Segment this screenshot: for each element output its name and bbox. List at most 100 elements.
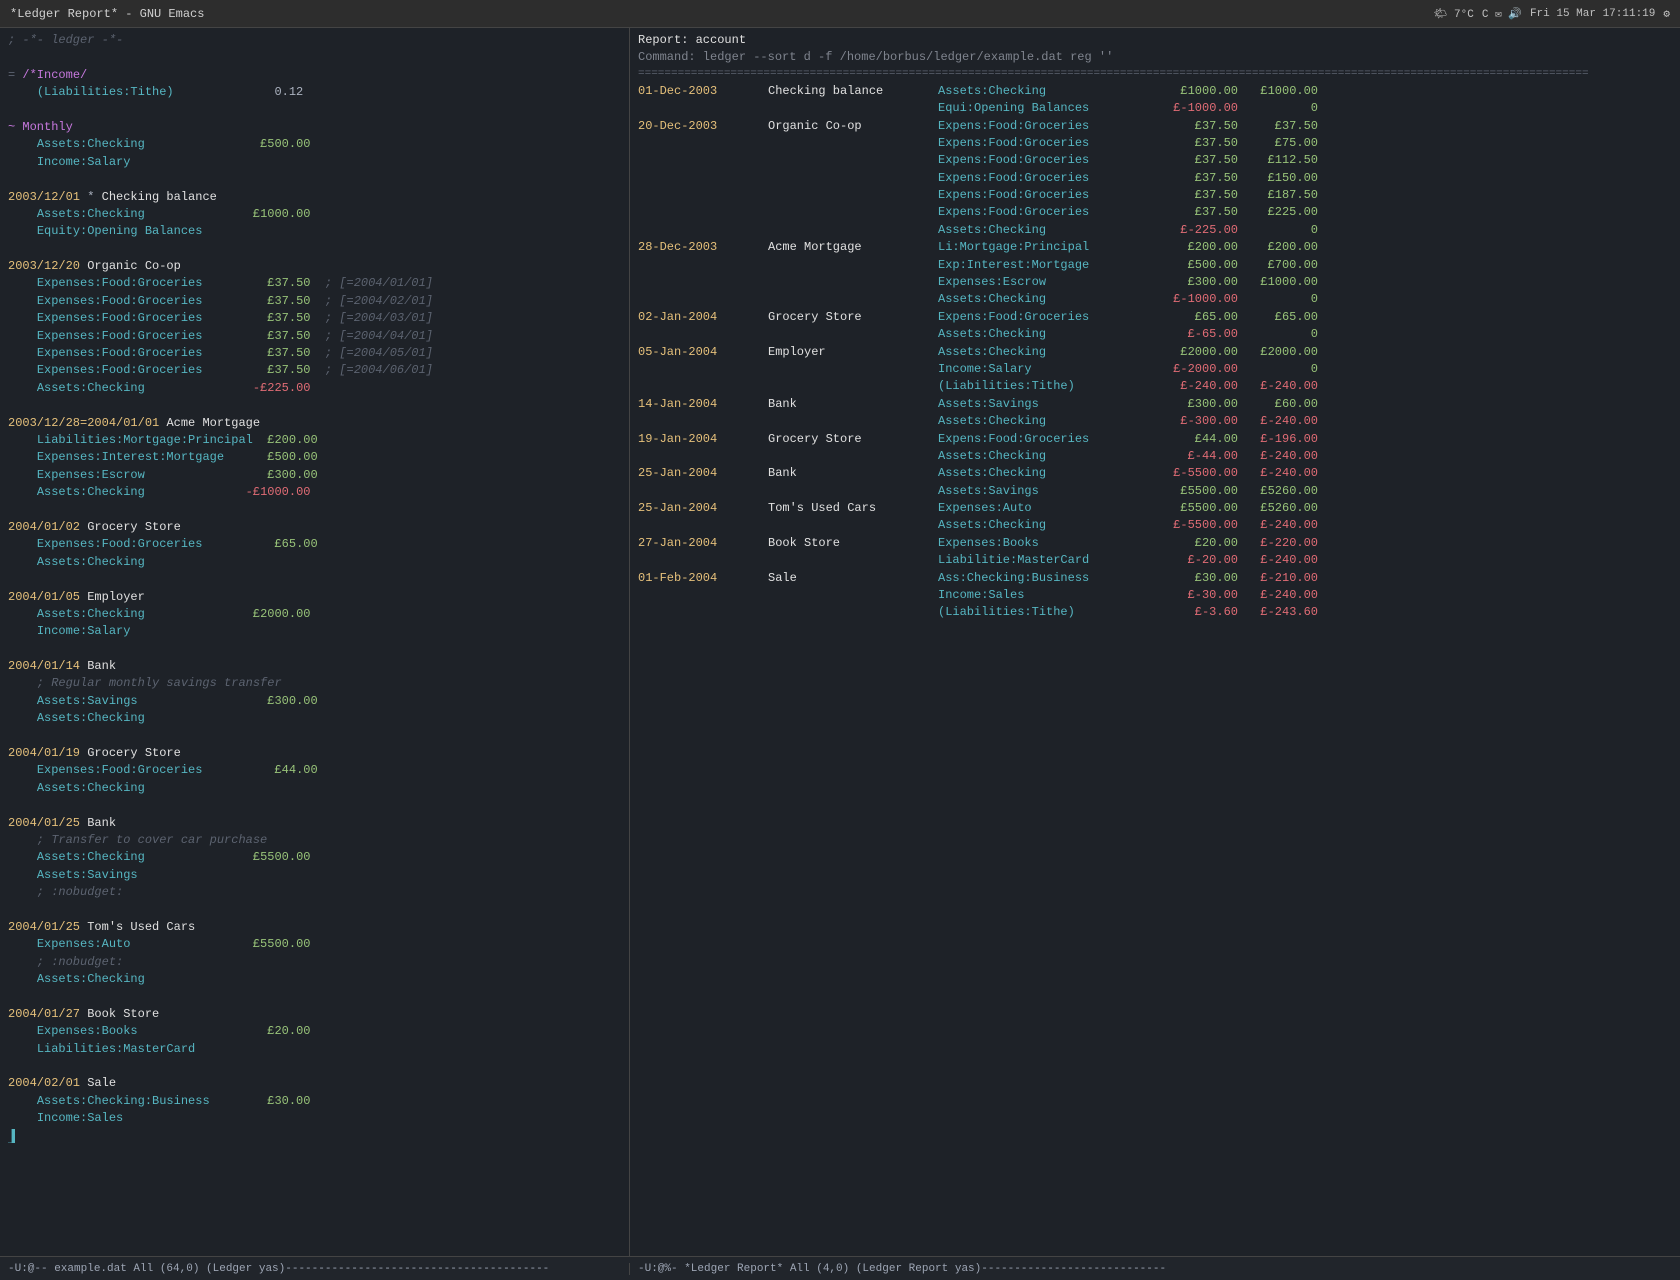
titlebar-title: *Ledger Report* - GNU Emacs xyxy=(10,7,204,21)
blank12 xyxy=(8,988,621,1005)
tx-20040125bank-head: 2004/01/25 Bank xyxy=(8,815,621,832)
blank11 xyxy=(8,902,621,919)
tx-row-2: Equi:Opening Balances £-1000.00 0 xyxy=(638,100,1672,117)
blank10 xyxy=(8,797,621,814)
tx-20031228-head: 2003/12/28=2004/01/01 Acme Mortgage xyxy=(8,415,621,432)
tx-row-6: Expens:Food:Groceries £37.50 £150.00 xyxy=(638,170,1672,187)
tx-20040201-a1: Assets:Checking:Business £30.00 xyxy=(8,1093,621,1110)
tx-20040114-head: 2004/01/14 Bank xyxy=(8,658,621,675)
tx-20040127-a2: Liabilities:MasterCard xyxy=(8,1041,621,1058)
tx-row-28: Liabilitie:MasterCard £-20.00 £-240.00 xyxy=(638,552,1672,569)
tx-20031228-a3: Expenses:Escrow £300.00 xyxy=(8,467,621,484)
clock-display: Fri 15 Mar 17:11:19 xyxy=(1530,8,1655,20)
blank xyxy=(8,49,621,66)
tx-20031220-a7: Assets:Checking -£225.00 xyxy=(8,380,621,397)
report-separator: ========================================… xyxy=(638,67,1672,83)
tx-20040125cars-a2: Assets:Checking xyxy=(8,971,621,988)
tx-20031228-a1: Liabilities:Mortgage:Principal £200.00 xyxy=(8,432,621,449)
tx-20031228-a4: Assets:Checking -£1000.00 xyxy=(8,484,621,501)
tx-20031220-head: 2003/12/20 Organic Co-op xyxy=(8,258,621,275)
tx-row-19: 14-Jan-2004 Bank Assets:Savings £300.00 … xyxy=(638,396,1672,413)
ledger-header-comment: ; -*- ledger -*- xyxy=(8,32,621,49)
titlebar-right: 🌤 7°C C ✉ 🔊 Fri 15 Mar 17:11:19 ⚙ xyxy=(1433,7,1670,21)
tx-20040119-a2: Assets:Checking xyxy=(8,780,621,797)
statusbar: -U:@-- example.dat All (64,0) (Ledger ya… xyxy=(0,1256,1680,1280)
tx-20031220-a6: Expenses:Food:Groceries £37.50 ; [=2004/… xyxy=(8,362,621,379)
monthly-checking: Assets:Checking £500.00 xyxy=(8,136,621,153)
tx-row-17: Income:Salary £-2000.00 0 xyxy=(638,361,1672,378)
tx-20031220-a1: Expenses:Food:Groceries £37.50 ; [=2004/… xyxy=(8,275,621,292)
blank3 xyxy=(8,171,621,188)
tx-20040127-head: 2004/01/27 Book Store xyxy=(8,1006,621,1023)
tx-row-16: 05-Jan-2004 Employer Assets:Checking £20… xyxy=(638,344,1672,361)
blank7 xyxy=(8,571,621,588)
income-rule: = /*Income/ xyxy=(8,67,621,84)
tx-20040125cars-a1: Expenses:Auto £5500.00 xyxy=(8,936,621,953)
tx-row-26: Assets:Checking £-5500.00 £-240.00 xyxy=(638,517,1672,534)
tx-row-20: Assets:Checking £-300.00 £-240.00 xyxy=(638,413,1672,430)
tx-20040114-comment: ; Regular monthly savings transfer xyxy=(8,675,621,692)
tx-row-15: Assets:Checking £-65.00 0 xyxy=(638,326,1672,343)
tx-row-30: Income:Sales £-30.00 £-240.00 xyxy=(638,587,1672,604)
tx-20031220-a4: Expenses:Food:Groceries £37.50 ; [=2004/… xyxy=(8,328,621,345)
tx-20031220-a3: Expenses:Food:Groceries £37.50 ; [=2004/… xyxy=(8,310,621,327)
left-pane[interactable]: ; -*- ledger -*- = /*Income/ (Liabilitie… xyxy=(0,28,630,1256)
tx-row-10: 28-Dec-2003 Acme Mortgage Li:Mortgage:Pr… xyxy=(638,239,1672,256)
tx-row-24: Assets:Savings £5500.00 £5260.00 xyxy=(638,483,1672,500)
tx-20031220-a2: Expenses:Food:Groceries £37.50 ; [=2004/… xyxy=(8,293,621,310)
tx-20031228-a2: Expenses:Interest:Mortgage £500.00 xyxy=(8,449,621,466)
report-label: Report: account xyxy=(638,32,1672,49)
blank4 xyxy=(8,241,621,258)
blank6 xyxy=(8,502,621,519)
blank13 xyxy=(8,1058,621,1075)
tx-row-12: Expenses:Escrow £300.00 £1000.00 xyxy=(638,274,1672,291)
main-area: ; -*- ledger -*- = /*Income/ (Liabilitie… xyxy=(0,28,1680,1256)
tx-20040119-a1: Expenses:Food:Groceries £44.00 xyxy=(8,762,621,779)
tx-row-27: 27-Jan-2004 Book Store Expenses:Books £2… xyxy=(638,535,1672,552)
tx-row-22: Assets:Checking £-44.00 £-240.00 xyxy=(638,448,1672,465)
tx-20040125bank-comment: ; Transfer to cover car purchase xyxy=(8,832,621,849)
tx-row-9: Assets:Checking £-225.00 0 xyxy=(638,222,1672,239)
tx-20031220-a5: Expenses:Food:Groceries £37.50 ; [=2004/… xyxy=(8,345,621,362)
tx-row-25: 25-Jan-2004 Tom's Used Cars Expenses:Aut… xyxy=(638,500,1672,517)
monthly-salary: Income:Salary xyxy=(8,154,621,171)
tx-20040119-head: 2004/01/19 Grocery Store xyxy=(8,745,621,762)
blank9 xyxy=(8,728,621,745)
tx-20040201-a2: Income:Sales xyxy=(8,1110,621,1127)
report-command: Command: ledger --sort d -f /home/borbus… xyxy=(638,49,1672,66)
blank8 xyxy=(8,641,621,658)
tx-row-5: Expens:Food:Groceries £37.50 £112.50 xyxy=(638,152,1672,169)
tx-row-18: (Liabilities:Tithe) £-240.00 £-240.00 xyxy=(638,378,1672,395)
weather-display: 🌤 7°C xyxy=(1433,7,1473,21)
tx-20040127-a1: Expenses:Books £20.00 xyxy=(8,1023,621,1040)
tx-row-31: (Liabilities:Tithe) £-3.60 £-243.60 xyxy=(638,604,1672,621)
right-pane[interactable]: Report: account Command: ledger --sort d… xyxy=(630,28,1680,1256)
tx-20040125bank-a1: Assets:Checking £5500.00 xyxy=(8,849,621,866)
status-left: -U:@-- example.dat All (64,0) (Ledger ya… xyxy=(0,1263,630,1275)
tx-row-4: Expens:Food:Groceries £37.50 £75.00 xyxy=(638,135,1672,152)
tx-20040102-head: 2004/01/02 Grocery Store xyxy=(8,519,621,536)
tx-row-29: 01-Feb-2004 Sale Ass:Checking:Business £… xyxy=(638,570,1672,587)
tx-row-23: 25-Jan-2004 Bank Assets:Checking £-5500.… xyxy=(638,465,1672,482)
tx-20040102-a2: Assets:Checking xyxy=(8,554,621,571)
tithe-rule: (Liabilities:Tithe) 0.12 xyxy=(8,84,621,101)
tx-row-1: 01-Dec-2003 Checking balance Assets:Chec… xyxy=(638,83,1672,100)
tx-row-21: 19-Jan-2004 Grocery Store Expens:Food:Gr… xyxy=(638,431,1672,448)
system-icons: C ✉ 🔊 xyxy=(1482,7,1522,21)
settings-icon[interactable]: ⚙ xyxy=(1663,7,1670,21)
tx-row-13: Assets:Checking £-1000.00 0 xyxy=(638,291,1672,308)
tx-20031201-head: 2003/12/01 * Checking balance xyxy=(8,189,621,206)
cursor-line: ▌ xyxy=(8,1128,621,1145)
tx-row-3: 20-Dec-2003 Organic Co-op Expens:Food:Gr… xyxy=(638,118,1672,135)
blank2 xyxy=(8,102,621,119)
blank5 xyxy=(8,397,621,414)
tx-20040125cars-nobudget: ; :nobudget: xyxy=(8,954,621,971)
titlebar: *Ledger Report* - GNU Emacs 🌤 7°C C ✉ 🔊 … xyxy=(0,0,1680,28)
monthly-periodic: ~ Monthly xyxy=(8,119,621,136)
tx-row-11: Exp:Interest:Mortgage £500.00 £700.00 xyxy=(638,257,1672,274)
tx-20040114-a1: Assets:Savings £300.00 xyxy=(8,693,621,710)
tx-row-7: Expens:Food:Groceries £37.50 £187.50 xyxy=(638,187,1672,204)
tx-20040125bank-a2: Assets:Savings xyxy=(8,867,621,884)
tx-row-14: 02-Jan-2004 Grocery Store Expens:Food:Gr… xyxy=(638,309,1672,326)
tx-20040102-a1: Expenses:Food:Groceries £65.00 xyxy=(8,536,621,553)
